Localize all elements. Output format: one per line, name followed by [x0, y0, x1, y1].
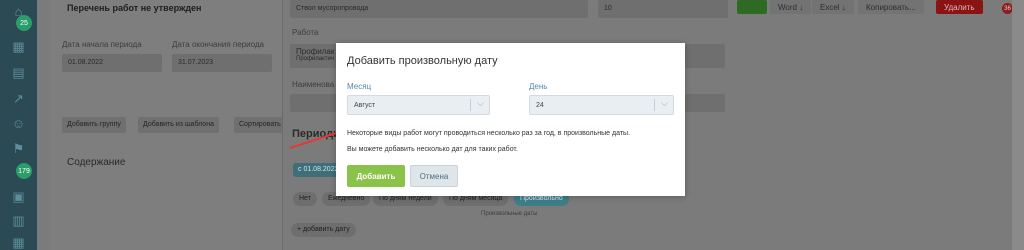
chevron-down-icon: ⌵ — [477, 98, 484, 108]
month-value: Август — [354, 102, 376, 109]
add-date-modal: Добавить произвольную дату Месяц Август … — [336, 43, 685, 196]
month-select[interactable]: Август ⌵ — [347, 95, 490, 115]
day-value: 24 — [536, 102, 544, 109]
day-label: День — [529, 82, 548, 91]
month-select-divider — [470, 99, 471, 111]
day-select[interactable]: 24 ⌵ — [529, 95, 674, 115]
add-button[interactable]: Добавить — [347, 165, 405, 187]
modal-title: Добавить произвольную дату — [347, 55, 498, 67]
chevron-down-icon: ⌵ — [661, 98, 668, 108]
modal-info-line-1: Некоторые виды работ могут проводиться н… — [347, 130, 631, 137]
cancel-button[interactable]: Отмена — [410, 165, 458, 187]
month-label: Месяц — [347, 82, 372, 91]
modal-info-line-2: Вы можете добавить несколько дат для так… — [347, 146, 518, 153]
day-select-divider — [654, 99, 655, 111]
